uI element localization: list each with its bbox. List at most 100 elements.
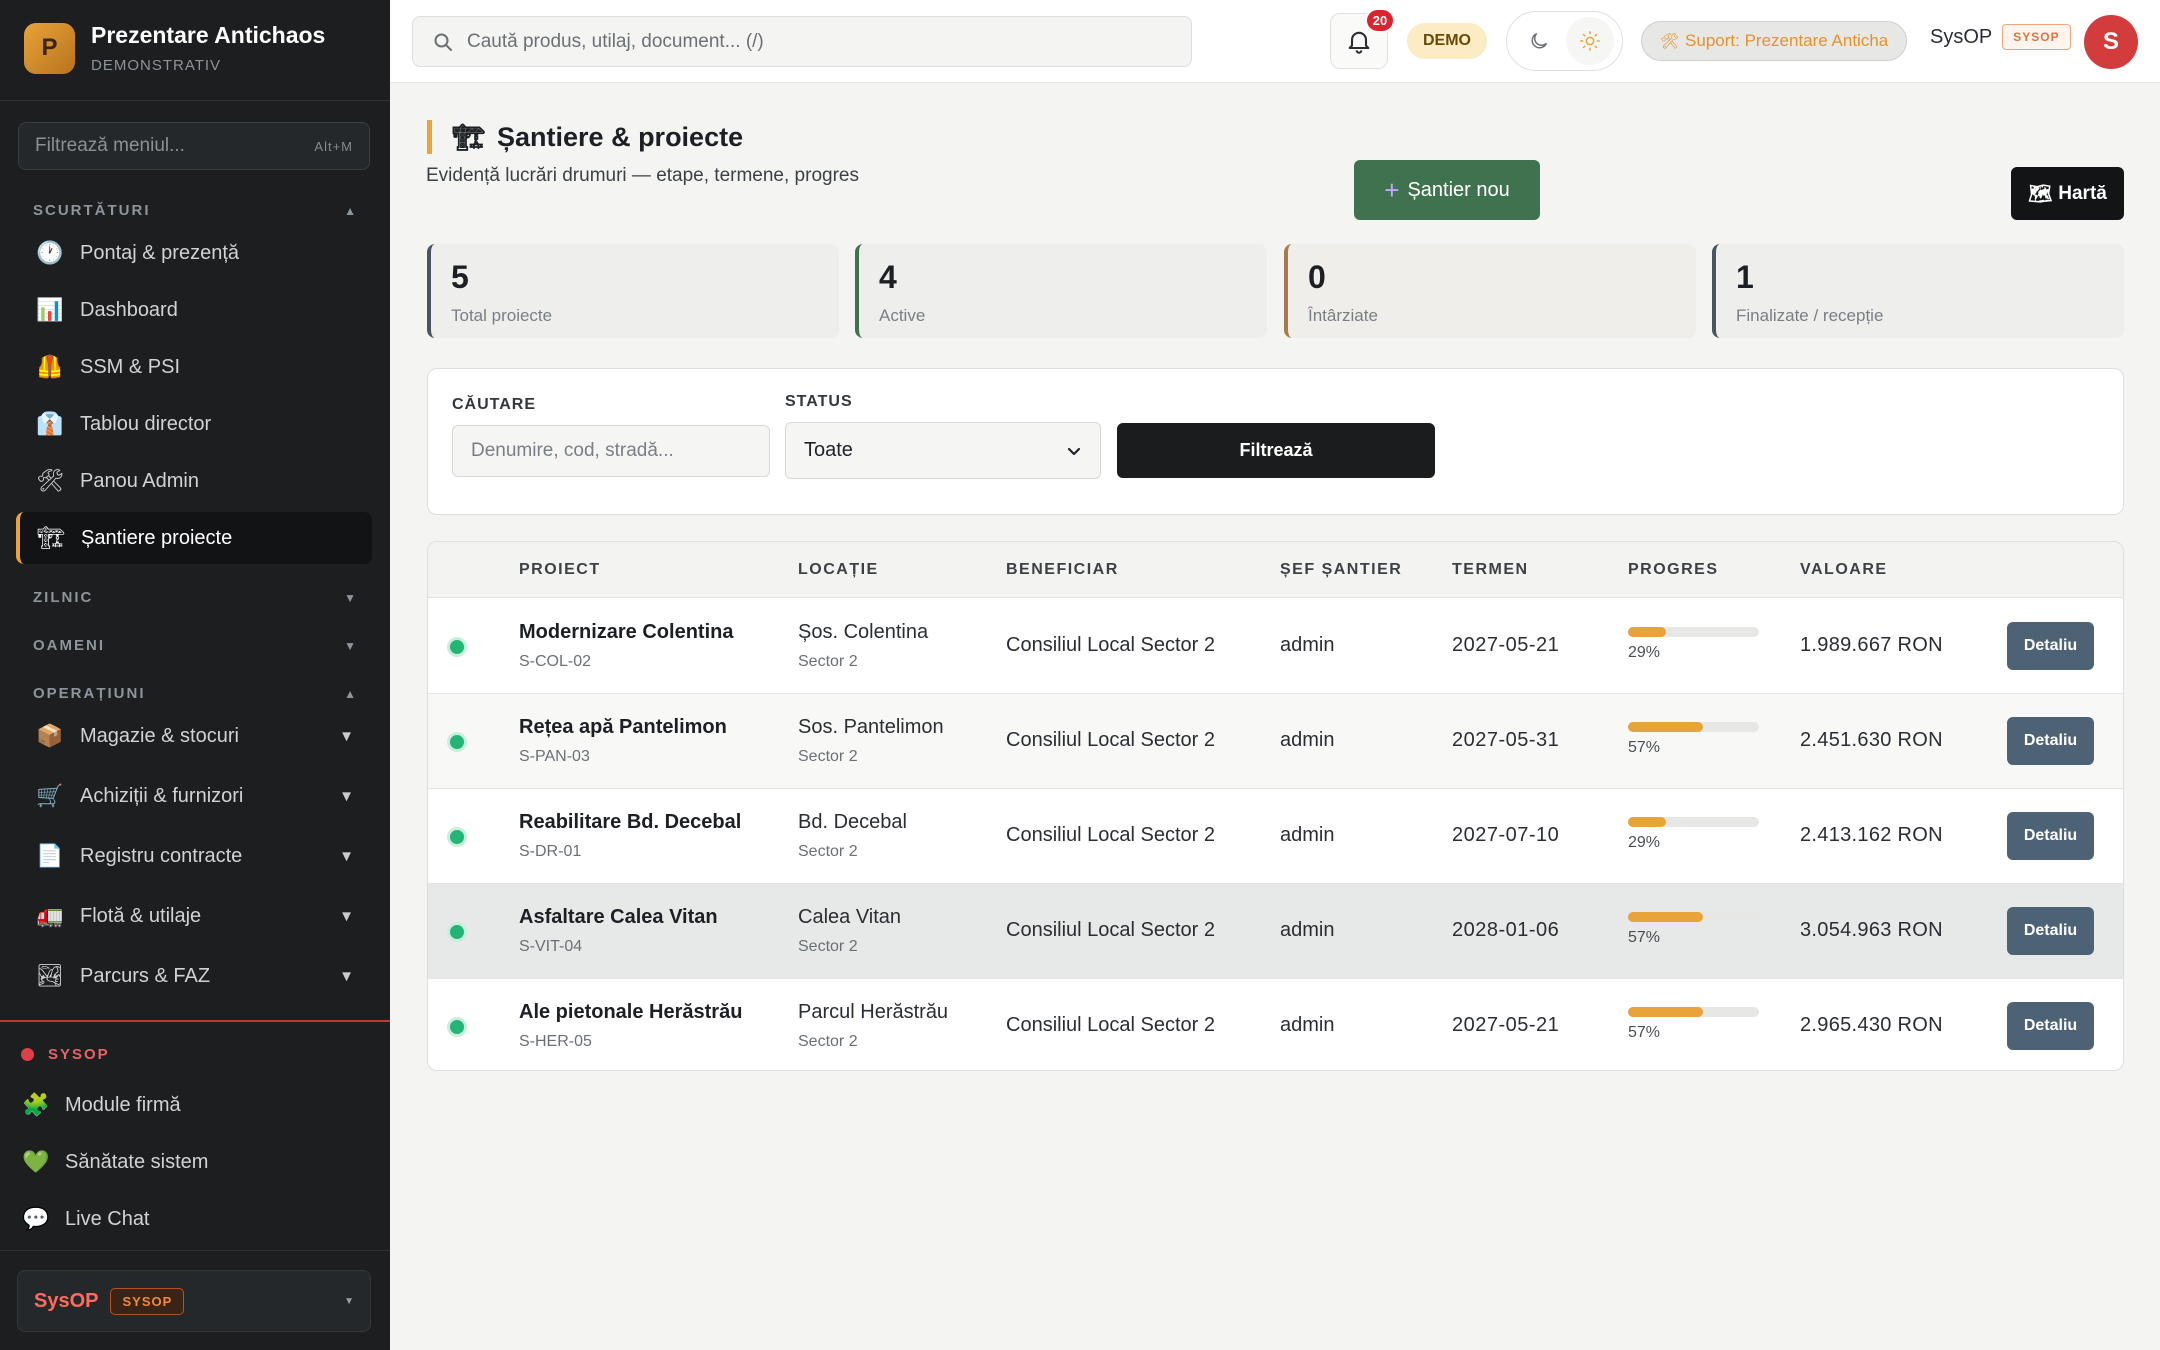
sidebar-item-santiere[interactable]: 🏗 Șantiere proiecte: [16, 512, 372, 564]
project-sector: Sector 2: [798, 748, 858, 765]
project-name[interactable]: Reabilitare Bd. Decebal: [519, 811, 741, 834]
sysop-section-title: SYSOP: [21, 1046, 110, 1063]
sidebar-item-magazie[interactable]: 📦 Magazie & stocuri ▼: [16, 710, 372, 762]
expand-down-icon: ▼: [344, 638, 356, 653]
progress-bar: [1628, 722, 1759, 732]
user-role-badge: SYSOP: [110, 1287, 185, 1315]
column-header[interactable]: VALOARE: [1800, 561, 1888, 579]
user-menu[interactable]: SysOP SYSOP ▼: [17, 1270, 371, 1332]
project-name[interactable]: Modernizare Colentina: [519, 621, 733, 644]
project-value: 2.451.630 RON: [1800, 729, 1943, 751]
sidebar-item-achizitii[interactable]: 🛒 Achiziții & furnizori ▼: [16, 770, 372, 822]
sidebar-item-flota[interactable]: 🚛 Flotă & utilaje ▼: [16, 890, 372, 942]
table-row[interactable]: Asfaltare Calea Vitan S-VIT-04 Calea Vitan…: [428, 884, 2123, 979]
progress-percent: 29%: [1628, 834, 1661, 851]
divider: [0, 1250, 390, 1251]
sidebar-item-parcurs[interactable]: 🏞 Parcurs & FAZ ▼: [16, 950, 372, 1002]
status-dot-icon: [447, 922, 467, 942]
detail-button[interactable]: Detaliu: [2007, 907, 2094, 955]
column-header[interactable]: TERMEN: [1452, 561, 1529, 579]
column-header[interactable]: BENEFICIAR: [1006, 561, 1119, 579]
table-row[interactable]: Reabilitare Bd. Decebal S-DR-01 Bd. Deceba…: [428, 789, 2123, 884]
sun-icon: [1580, 31, 1601, 51]
sidebar-item-label: Magazie & stocuri: [80, 724, 239, 747]
notifications-button[interactable]: 20: [1330, 8, 1395, 69]
topbar-user[interactable]: SysOP SYSOP: [1930, 24, 2071, 50]
project-value: 2.965.430 RON: [1800, 1014, 1943, 1036]
page-title-text: Șantiere & proiecte: [497, 121, 744, 152]
section-operations[interactable]: OPERAȚIUNI ▲: [33, 685, 356, 702]
sidebar-item-label: Flotă & utilaje: [80, 904, 202, 927]
theme-toggle[interactable]: [1506, 11, 1623, 71]
brand[interactable]: P Prezentare Antichaos DEMONSTRATIV: [24, 22, 325, 74]
project-search-input[interactable]: [452, 425, 770, 477]
status-select[interactable]: Toate: [785, 422, 1101, 479]
menu-filter-input[interactable]: [35, 135, 315, 157]
table-row[interactable]: Ale pietonale Herăstrău S-HER-05 Parcul He…: [428, 979, 2123, 1070]
light-mode-button[interactable]: [1566, 17, 1615, 65]
map-button[interactable]: 🗺 Hartă: [2011, 167, 2124, 220]
detail-button[interactable]: Detaliu: [2007, 622, 2094, 670]
detail-button[interactable]: Detaliu: [2007, 717, 2094, 765]
global-search[interactable]: [412, 16, 1192, 67]
project-beneficiary: Consiliul Local Sector 2: [1006, 634, 1215, 656]
column-header[interactable]: LOCAȚIE: [798, 561, 879, 579]
detail-button[interactable]: Detaliu: [2007, 1002, 2094, 1050]
section-shortcuts[interactable]: SCURTĂTURI ▲: [33, 202, 356, 219]
sidebar-item-pontaj[interactable]: 🕐 Pontaj & prezență: [16, 227, 372, 279]
sidebar-item-contracte[interactable]: 📄 Registru contracte ▼: [16, 830, 372, 882]
stat-late: 0 Întârziate: [1284, 244, 1696, 338]
project-value: 3.054.963 RON: [1800, 919, 1943, 941]
construction-icon: 🏗: [37, 525, 65, 550]
chat-icon: 💬: [22, 1206, 50, 1231]
stat-label: Întârziate: [1308, 306, 1378, 325]
section-daily[interactable]: ZILNIC ▼: [33, 589, 356, 606]
map-label: Hartă: [2058, 182, 2107, 204]
new-site-button[interactable]: + Șantier nou: [1354, 160, 1540, 220]
sidebar-item-ssm[interactable]: 🦺 SSM & PSI: [16, 341, 372, 393]
avatar[interactable]: S: [2084, 15, 2138, 69]
safety-vest-icon: 🦺: [36, 354, 64, 379]
tools-icon: 🛠: [36, 468, 64, 493]
dark-mode-button[interactable]: [1515, 17, 1563, 65]
section-people[interactable]: OAMENI ▼: [33, 637, 356, 654]
divider: [0, 100, 390, 101]
filter-button[interactable]: Filtrează: [1117, 423, 1435, 478]
project-name[interactable]: Asfaltare Calea Vitan: [519, 906, 718, 929]
menu-filter[interactable]: Alt+M: [18, 122, 370, 170]
project-name[interactable]: Rețea apă Pantelimon: [519, 716, 727, 739]
project-location: Parcul Herăstrău: [798, 1001, 949, 1023]
detail-button[interactable]: Detaliu: [2007, 812, 2094, 860]
sidebar-item-director[interactable]: 👔 Tablou director: [16, 398, 372, 450]
table-row[interactable]: Modernizare Colentina S-COL-02 Șos. Colent…: [428, 599, 2123, 694]
column-header[interactable]: ȘEF ȘANTIER: [1280, 561, 1402, 579]
map-icon: 🗺: [2028, 183, 2053, 205]
column-header[interactable]: PROGRES: [1628, 561, 1719, 579]
sidebar-item-sanatate[interactable]: 💚 Sănătate sistem: [22, 1140, 208, 1184]
column-header[interactable]: PROIECT: [519, 561, 601, 579]
support-label: Suport: Prezentare Anticha: [1685, 31, 1889, 50]
sidebar-item-module[interactable]: 🧩 Module firmă: [22, 1083, 180, 1127]
sidebar-item-admin[interactable]: 🛠 Panou Admin: [16, 455, 372, 507]
page-title: 🏗 Șantiere & proiecte: [427, 120, 743, 154]
brand-subtitle: DEMONSTRATIV: [91, 57, 222, 74]
search-input[interactable]: [467, 30, 1171, 53]
tools-icon: 🛠: [1660, 33, 1680, 50]
cart-icon: 🛒: [36, 783, 64, 808]
project-location: Bd. Decebal: [798, 811, 907, 833]
project-name[interactable]: Ale pietonale Herăstrău: [519, 1001, 742, 1024]
project-deadline: 2027-05-31: [1452, 729, 1560, 751]
sidebar-item-chat[interactable]: 💬 Live Chat: [22, 1197, 149, 1241]
stat-label: Finalizate / recepție: [1736, 306, 1884, 325]
sidebar-item-dashboard[interactable]: 📊 Dashboard: [16, 284, 372, 336]
sidebar-item-label: Registru contracte: [80, 844, 243, 867]
project-manager: admin: [1280, 919, 1335, 941]
project-beneficiary: Consiliul Local Sector 2: [1006, 1014, 1215, 1036]
brand-logo: P: [24, 22, 75, 74]
table-row[interactable]: Rețea apă Pantelimon S-PAN-03 Sos. Panteli…: [428, 694, 2123, 789]
stat-value: 5: [451, 259, 469, 295]
notification-count-badge: 20: [1365, 8, 1395, 33]
support-button[interactable]: 🛠 Suport: Prezentare Anticha: [1641, 21, 1908, 61]
demo-badge: DEMO: [1407, 23, 1487, 59]
project-deadline: 2027-07-10: [1452, 824, 1560, 846]
